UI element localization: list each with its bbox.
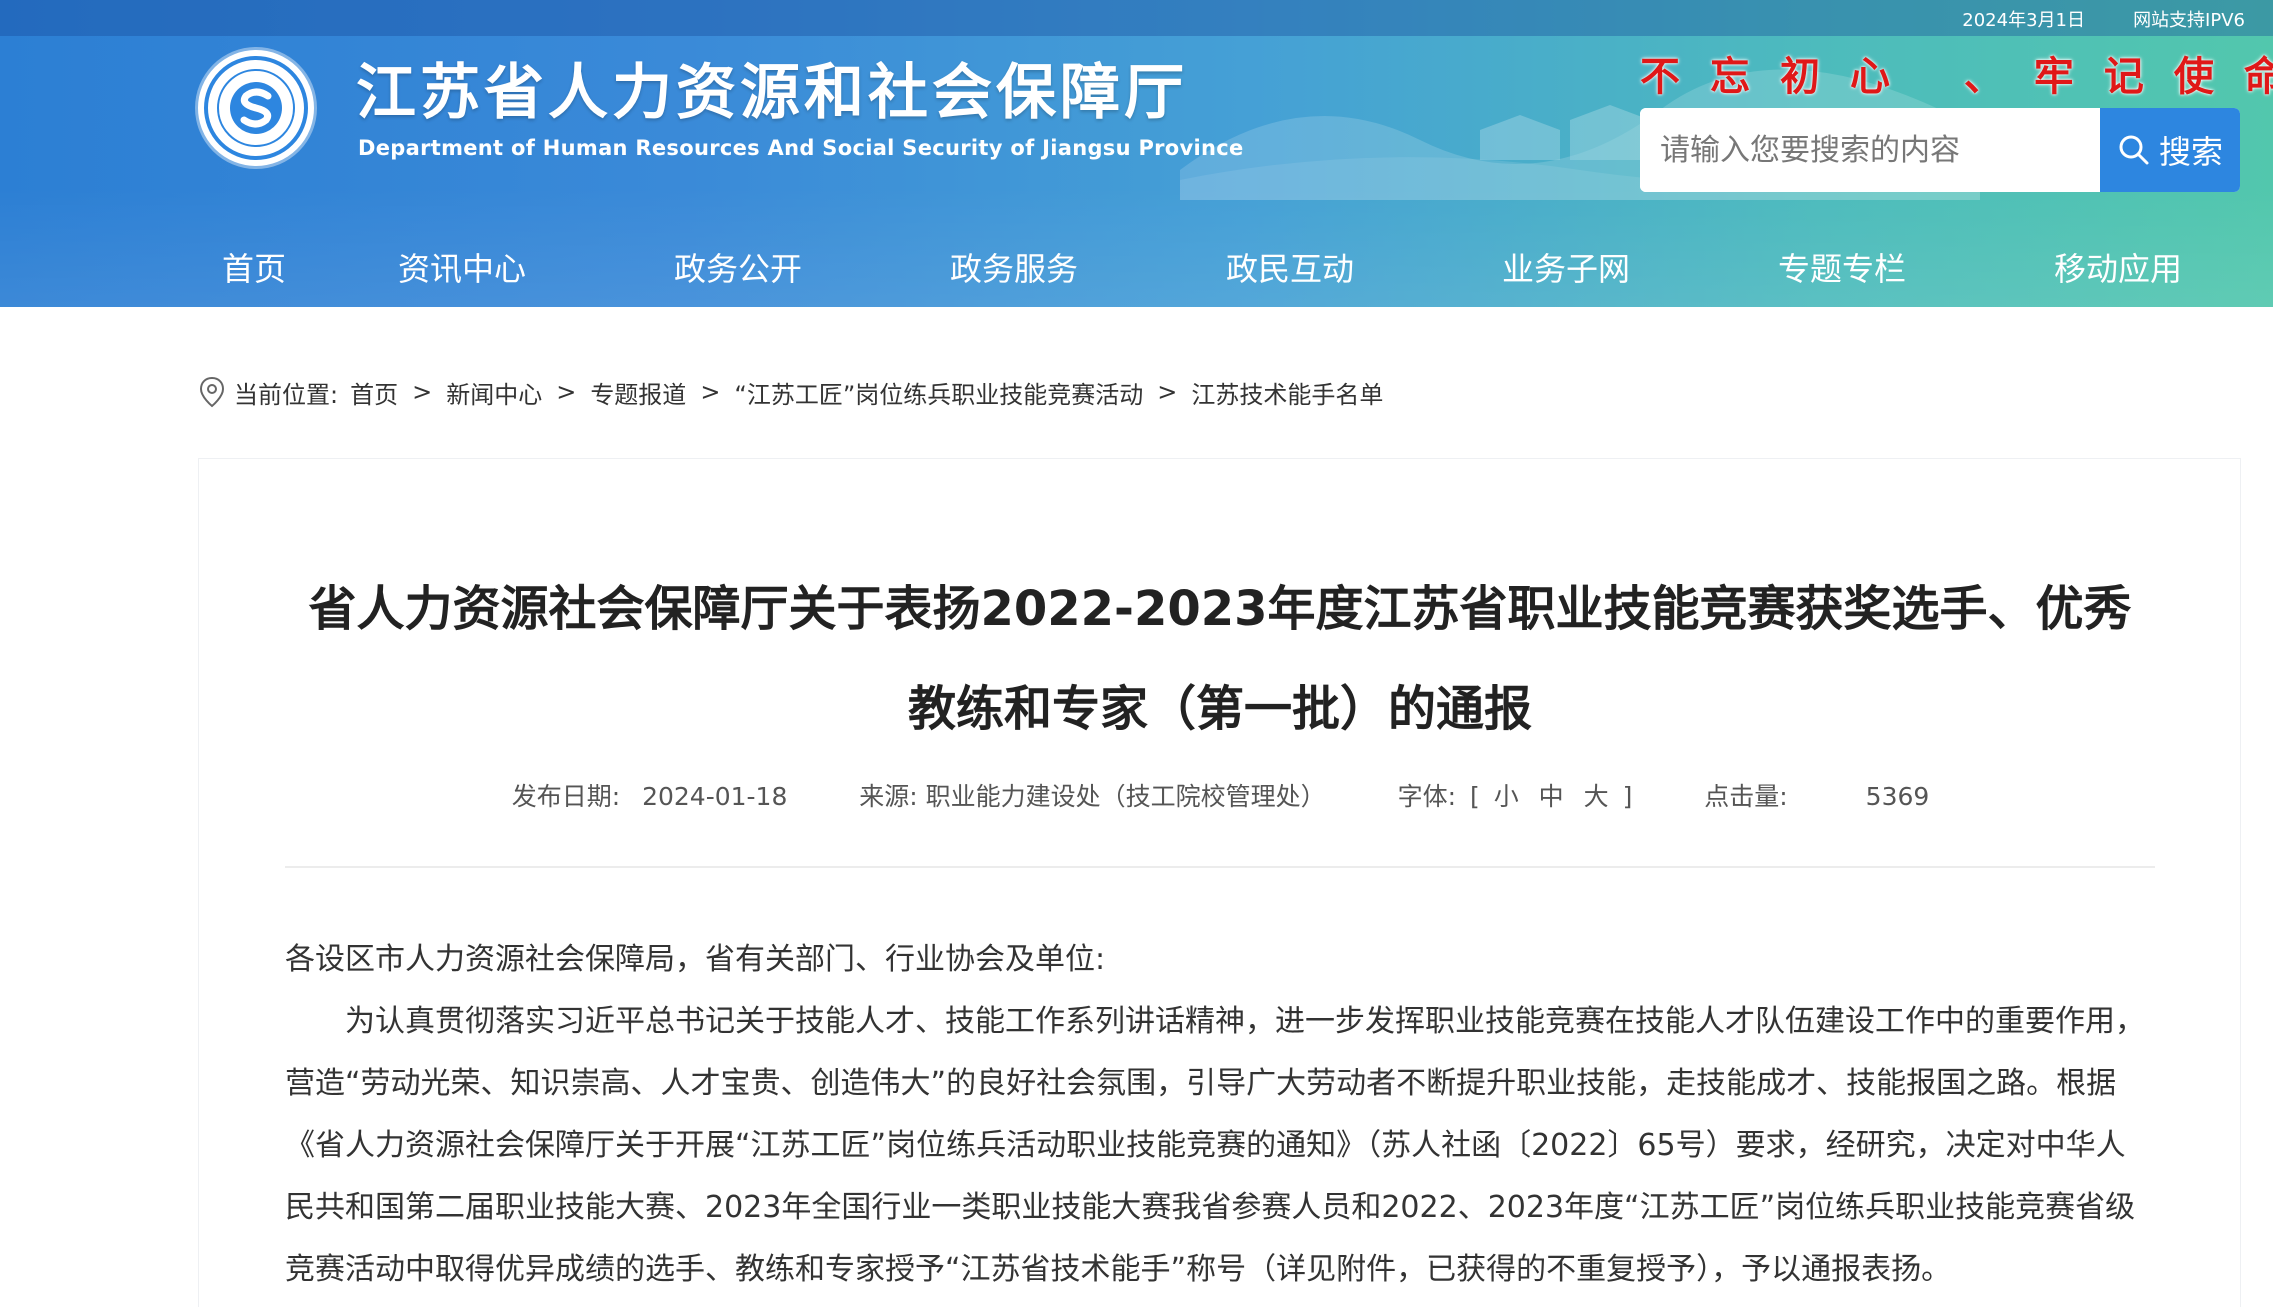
breadcrumb-special-reports[interactable]: 专题报道 — [590, 375, 686, 410]
font-size-medium-button[interactable]: 中 — [1539, 777, 1564, 813]
nav-item-interaction[interactable]: 政民互动 — [1152, 226, 1428, 307]
nav-item-home[interactable]: 首页 — [180, 226, 324, 307]
breadcrumb-news-center[interactable]: 新闻中心 — [446, 375, 542, 410]
source-value: 职业能力建设处（技工院校管理处） — [925, 782, 1326, 811]
location-pin-icon — [199, 376, 225, 408]
article-card: 省人力资源社会保障厅关于表扬2022-2023年度江苏省职业技能竞赛获奖选手、优… — [198, 458, 2241, 1307]
views-count: 5369 — [1865, 782, 1930, 811]
article-meta: 发布日期: 2024-01-18 来源: 职业能力建设处（技工院校管理处） 字体… — [199, 777, 2242, 813]
breadcrumb-current[interactable]: 江苏技术能手名单 — [1191, 375, 1383, 410]
font-size-large-button[interactable]: 大 — [1584, 777, 1609, 813]
main-nav: 首页 资讯中心 政务公开 政务服务 政民互动 业务子网 专题专栏 移动应用 — [180, 226, 2273, 307]
department-seal-logo[interactable] — [198, 50, 314, 166]
bracket-open: [ — [1469, 782, 1480, 811]
ipv6-badge: 网站支持IPV6 — [2133, 10, 2245, 31]
font-size-label: 字体: — [1397, 782, 1457, 811]
meta-divider — [285, 866, 2155, 868]
publish-date-label: 发布日期: — [511, 782, 621, 811]
bracket-close: ] — [1622, 782, 1633, 811]
nav-item-topics[interactable]: 专题专栏 — [1704, 226, 1980, 307]
slogan: 不忘初心 、牢记使命 — [1640, 53, 2273, 100]
search-icon — [2119, 135, 2149, 165]
breadcrumb-home[interactable]: 首页 — [350, 375, 398, 410]
nav-item-news[interactable]: 资讯中心 — [324, 226, 600, 307]
breadcrumb-separator: > — [1157, 378, 1178, 406]
search-box: 搜索 — [1640, 108, 2240, 192]
site-subtitle: Department of Human Resources And Social… — [358, 136, 1244, 160]
breadcrumb-jiangsu-craftsman[interactable]: “江苏工匠”岗位练兵职业技能竞赛活动 — [734, 375, 1143, 410]
breadcrumb-separator: > — [556, 378, 577, 406]
article-title: 省人力资源社会保障厅关于表扬2022-2023年度江苏省职业技能竞赛获奖选手、优… — [308, 581, 2132, 737]
breadcrumb-prefix: 当前位置: — [234, 380, 339, 409]
views-label: 点击量: — [1704, 782, 1788, 811]
article-paragraph: 为认真贯彻落实习近平总书记关于技能人才、技能工作系列讲话精神，进一步发挥职业技能… — [285, 1004, 2145, 1287]
breadcrumb-separator: > — [412, 378, 433, 406]
breadcrumb-separator: > — [700, 378, 721, 406]
search-button-label: 搜索 — [2158, 133, 2223, 171]
nav-item-subsites[interactable]: 业务子网 — [1428, 226, 1704, 307]
search-input[interactable] — [1640, 108, 2100, 192]
article-salutation: 各设区市人力资源社会保障局，省有关部门、行业协会及单位: — [285, 942, 1106, 977]
site-title: 江苏省人力资源和社会保障厅 — [356, 58, 1188, 128]
font-size-small-button[interactable]: 小 — [1494, 777, 1519, 813]
publish-date: 2024-01-18 — [642, 782, 788, 811]
search-button[interactable]: 搜索 — [2100, 108, 2240, 192]
nav-item-gov-affairs[interactable]: 政务公开 — [600, 226, 876, 307]
source-label: 来源: — [859, 782, 918, 811]
nav-item-mobile[interactable]: 移动应用 — [1980, 226, 2256, 307]
top-bar: 2024年3月1日 网站支持IPV6 — [0, 0, 2273, 36]
current-date: 2024年3月1日 — [1962, 10, 2085, 31]
nav-item-gov-services[interactable]: 政务服务 — [876, 226, 1152, 307]
breadcrumb: 当前位置: 首页 > 新闻中心 > 专题报道 > “江苏工匠”岗位练兵职业技能竞… — [198, 374, 1383, 410]
article-body: 各设区市人力资源社会保障局，省有关部门、行业协会及单位: 为认真贯彻落实习近平总… — [285, 929, 2155, 1301]
site-header: 2024年3月1日 网站支持IPV6 江苏省人力资源和社会保障厅 Departm… — [0, 0, 2273, 307]
